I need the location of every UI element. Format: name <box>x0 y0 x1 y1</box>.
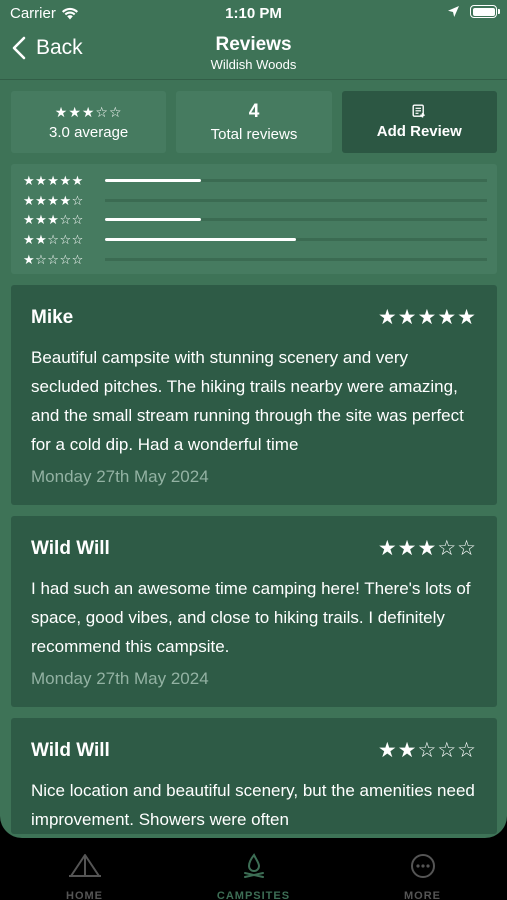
total-reviews-count: 4 <box>248 101 260 122</box>
review-date: Monday 27th May 2024 <box>31 669 209 688</box>
average-label: 3.0 average <box>49 123 129 141</box>
average-rating-card: ★★★☆☆ 3.0 average <box>11 91 167 153</box>
distribution-row: ★☆☆☆☆ <box>23 249 487 269</box>
distribution-bar-fill <box>105 218 201 222</box>
tab-label: MORE <box>404 890 441 900</box>
distribution-bar-track <box>105 198 487 202</box>
review-text: I had such an awesome time camping here!… <box>31 579 471 656</box>
total-reviews-card: 4 Total reviews <box>176 91 332 153</box>
review-rating-stars: ★★★★★ <box>377 306 477 329</box>
distribution-stars: ★★☆☆☆ <box>23 232 84 248</box>
distribution-stars: ★★★★☆ <box>23 192 84 208</box>
rating-distribution: ★★★★★ ★★★★☆ ★★★☆☆ ★★☆☆☆ ★☆☆☆☆ <box>11 164 497 274</box>
page-subtitle: Wildish Woods <box>210 57 297 72</box>
reviewer-name: Wild Will <box>31 739 110 761</box>
review-text: Nice location and beautiful scenery, but… <box>31 781 475 829</box>
tab-label: CAMPSITES <box>216 890 291 900</box>
review-date: Monday 27th May 2024 <box>31 467 209 486</box>
tab-bar: HOME CAMPSITES MORE <box>0 838 507 900</box>
campfire-icon <box>241 853 267 884</box>
review-text: Beautiful campsite with stunning scenery… <box>31 348 464 454</box>
compose-icon <box>412 104 426 118</box>
tab-more[interactable]: MORE <box>338 838 507 900</box>
distribution-row: ★★★☆☆ <box>23 210 487 230</box>
distribution-row: ★★★★★ <box>23 171 487 191</box>
distribution-stars: ★★★☆☆ <box>23 212 84 228</box>
distribution-stars: ★★★★★ <box>23 173 84 189</box>
tab-label: HOME <box>66 890 103 900</box>
review-header: Wild Will ★★☆☆☆ <box>31 734 477 767</box>
add-review-label: Add Review <box>376 123 462 140</box>
page-title: Reviews <box>215 34 292 55</box>
review-card[interactable]: Wild Will ★★☆☆☆ Nice location and beautifu… <box>11 718 497 834</box>
tent-icon <box>68 853 102 884</box>
review-header: Mike ★★★★★ <box>31 301 477 334</box>
navigation-bar: Back Reviews Wildish Woods <box>0 28 507 80</box>
status-bar: Carrier 1:10 PM <box>0 0 507 28</box>
distribution-bar-track <box>105 218 487 222</box>
review-card[interactable]: Wild Will ★★★☆☆ I had such an awesome time… <box>11 516 497 707</box>
battery-icon <box>470 5 500 18</box>
app-screen: Carrier 1:10 PM Back Reviews Wildish Woo… <box>0 0 507 838</box>
distribution-row: ★★☆☆☆ <box>23 230 487 250</box>
tab-home[interactable]: HOME <box>0 838 169 900</box>
distribution-stars: ★☆☆☆☆ <box>23 251 84 267</box>
total-reviews-label: Total reviews <box>210 126 298 143</box>
distribution-bar-track <box>105 257 487 261</box>
review-header: Wild Will ★★★☆☆ <box>31 532 477 565</box>
review-summary: ★★★☆☆ 3.0 average 4 Total reviews Add Re… <box>11 91 497 153</box>
distribution-bar-fill <box>105 179 201 183</box>
review-rating-stars: ★★★☆☆ <box>377 537 477 560</box>
status-time: 1:10 PM <box>225 5 282 22</box>
distribution-bar-track <box>105 179 487 183</box>
review-card[interactable]: Mike ★★★★★ Beautiful campsite with stunnin… <box>11 285 497 505</box>
review-rating-stars: ★★☆☆☆ <box>377 739 477 762</box>
distribution-bar-track <box>105 238 487 242</box>
tab-campsites[interactable]: CAMPSITES <box>169 838 338 900</box>
review-list: Mike ★★★★★ Beautiful campsite with stunnin… <box>11 285 497 838</box>
location-arrow-icon <box>448 6 459 17</box>
reviewer-name: Wild Will <box>31 537 110 559</box>
more-icon <box>410 853 436 884</box>
add-review-button[interactable]: Add Review <box>341 91 497 153</box>
distribution-bar-fill <box>105 238 296 242</box>
distribution-row: ★★★★☆ <box>23 191 487 211</box>
average-stars: ★★★☆☆ <box>54 103 123 120</box>
reviewer-name: Mike <box>31 306 74 328</box>
